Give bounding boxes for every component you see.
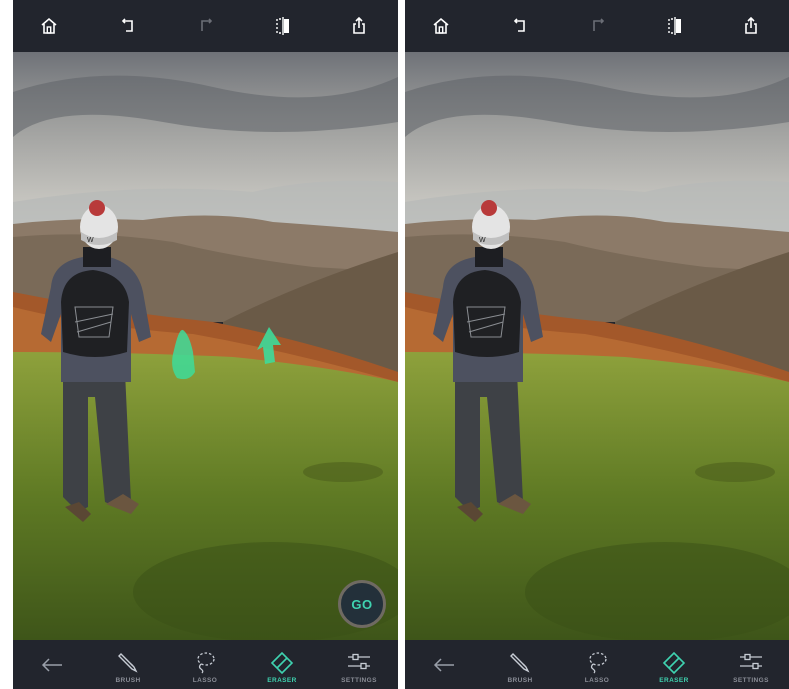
eraser-icon <box>268 648 296 676</box>
undo-icon[interactable] <box>114 12 142 40</box>
tool-lasso[interactable]: LASSO <box>567 640 627 689</box>
share-icon[interactable] <box>345 12 373 40</box>
svg-text:W: W <box>479 237 486 244</box>
editor-panel-before: W GO BRUSH LASSO ERASER SETTINGS <box>13 0 398 689</box>
tool-lasso[interactable]: LASSO <box>175 640 235 689</box>
eraser-icon <box>660 648 688 676</box>
go-button[interactable]: GO <box>338 580 386 628</box>
brush-icon <box>506 648 534 676</box>
lasso-icon <box>583 648 611 676</box>
lasso-icon <box>191 648 219 676</box>
redo-icon[interactable] <box>192 12 220 40</box>
photo-canvas[interactable]: W <box>405 52 789 640</box>
tool-label: LASSO <box>192 677 218 684</box>
home-icon[interactable] <box>35 12 63 40</box>
tool-label: LASSO <box>584 677 610 684</box>
tool-label: SETTINGS <box>341 677 377 684</box>
go-label: GO <box>351 596 373 612</box>
svg-text:W: W <box>87 237 94 244</box>
settings-icon <box>345 648 373 676</box>
compare-icon[interactable] <box>661 12 689 40</box>
editor-panel-after: W BRUSH LASSO ERASER SETTINGS <box>405 0 789 689</box>
undo-icon[interactable] <box>506 12 534 40</box>
tool-settings[interactable]: SETTINGS <box>721 640 781 689</box>
photo-canvas[interactable]: W GO <box>13 52 398 640</box>
compare-icon[interactable] <box>269 12 297 40</box>
back-arrow-icon[interactable] <box>431 652 457 678</box>
tool-label: ERASER <box>267 677 297 684</box>
tool-settings[interactable]: SETTINGS <box>329 640 389 689</box>
tool-brush[interactable]: BRUSH <box>490 640 550 689</box>
home-icon[interactable] <box>427 12 455 40</box>
tool-brush[interactable]: BRUSH <box>98 640 158 689</box>
bottom-toolbar: BRUSH LASSO ERASER SETTINGS <box>13 640 398 689</box>
back-arrow-icon[interactable] <box>39 652 65 678</box>
tool-eraser[interactable]: ERASER <box>252 640 312 689</box>
tool-eraser[interactable]: ERASER <box>644 640 704 689</box>
settings-icon <box>737 648 765 676</box>
brush-icon <box>114 648 142 676</box>
tool-label: SETTINGS <box>733 677 769 684</box>
bottom-toolbar: BRUSH LASSO ERASER SETTINGS <box>405 640 789 689</box>
redo-icon[interactable] <box>584 12 612 40</box>
tool-label: ERASER <box>659 677 689 684</box>
top-toolbar <box>405 0 789 52</box>
tool-label: BRUSH <box>115 677 141 684</box>
top-toolbar <box>13 0 398 52</box>
share-icon[interactable] <box>737 12 765 40</box>
tool-label: BRUSH <box>507 677 533 684</box>
